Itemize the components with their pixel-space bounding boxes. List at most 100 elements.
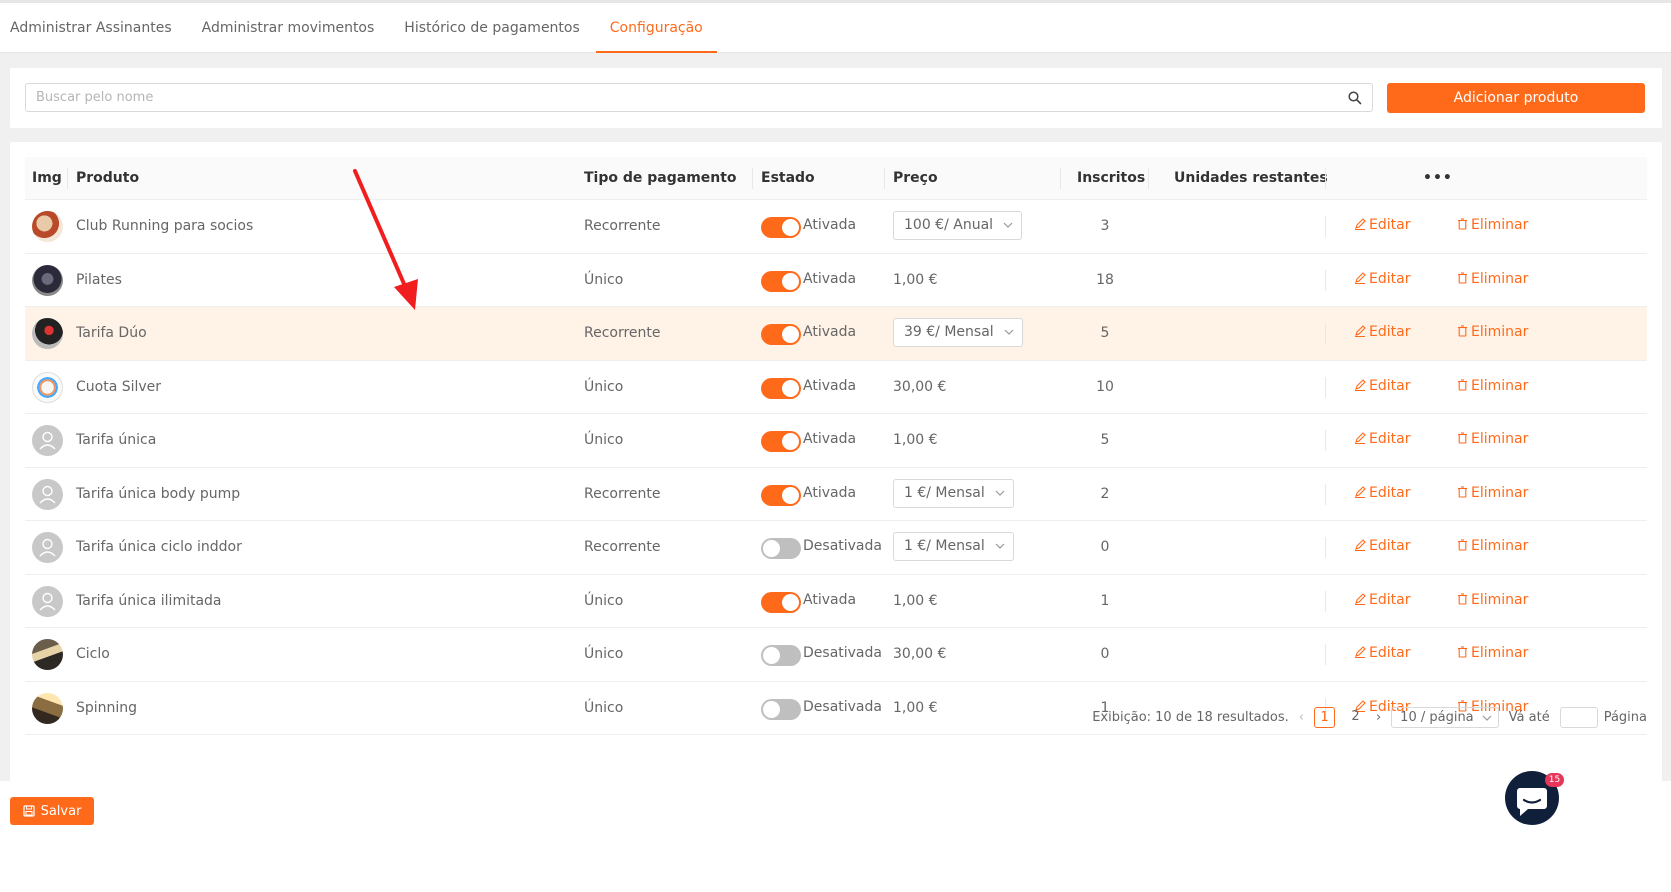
table-row: Cuota Silver Único Ativada 30,00 € 10 Editar E… <box>25 361 1647 414</box>
edit-button[interactable]: Editar <box>1354 414 1410 465</box>
product-image <box>32 371 63 403</box>
state-toggle[interactable] <box>761 538 801 559</box>
edit-button[interactable]: Editar <box>1354 521 1410 572</box>
edit-button[interactable]: Editar <box>1354 468 1410 519</box>
edit-button[interactable]: Editar <box>1354 307 1410 358</box>
edit-button[interactable]: Editar <box>1354 254 1410 305</box>
col-preco: Preço <box>893 170 938 186</box>
table-row: Tarifa única body pump Recorrente Ativada 1… <box>25 468 1647 521</box>
page-1-button[interactable]: 1 <box>1313 707 1335 728</box>
delete-button[interactable]: Eliminar <box>1457 521 1528 572</box>
trash-icon <box>1458 592 1467 605</box>
price-value: 39 €/ Mensal <box>904 324 994 340</box>
product-image <box>32 532 63 563</box>
price-plan-select[interactable]: 1 €/ Mensal <box>893 532 1014 561</box>
price-plan-select[interactable]: 1 €/ Mensal <box>893 478 1014 508</box>
state-toggle[interactable] <box>761 484 801 506</box>
delete-button[interactable]: Eliminar <box>1457 307 1528 358</box>
edit-icon <box>1355 485 1366 498</box>
state-toggle[interactable] <box>761 270 801 292</box>
delete-button[interactable]: Eliminar <box>1457 628 1528 679</box>
prev-page-icon[interactable]: ‹ <box>1299 710 1304 725</box>
state-cell: Ativada <box>761 414 881 467</box>
table-row: Tarifa única ilimitada Único Ativada 1,00 €… <box>25 575 1647 628</box>
product-name: Cuota Silver <box>76 378 162 395</box>
edit-button[interactable]: Editar <box>1354 200 1410 251</box>
state-label: Ativada <box>803 431 857 447</box>
price-cell: 1 €/ Mensal <box>893 521 1053 574</box>
col-img: Img <box>32 170 62 186</box>
edit-icon <box>1355 271 1366 284</box>
edit-icon <box>1355 325 1366 337</box>
delete-button[interactable]: Eliminar <box>1457 361 1528 412</box>
state-label: Desativada <box>803 698 882 715</box>
payment-type: Único <box>584 592 624 609</box>
col-tipo-pagamento: Tipo de pagamento <box>584 170 737 186</box>
price-cell: 1,00 € <box>893 575 1053 628</box>
product-name: Pilates <box>76 271 122 288</box>
col-separator <box>1325 269 1326 291</box>
table-row: Ciclo Único Desativada 30,00 € 0 Editar Elimin… <box>25 628 1647 682</box>
delete-button[interactable]: Eliminar <box>1457 468 1528 519</box>
page-2-button[interactable]: 2 <box>1345 707 1366 728</box>
edit-icon <box>1355 539 1366 551</box>
col-separator <box>1325 590 1326 612</box>
state-cell: Desativada <box>761 521 882 574</box>
goto-page-input[interactable] <box>1559 707 1598 728</box>
product-image <box>32 585 63 617</box>
add-product-button[interactable]: Adicionar produto <box>1387 83 1645 113</box>
col-separator <box>1325 376 1326 398</box>
delete-button[interactable]: Eliminar <box>1457 254 1528 305</box>
state-toggle[interactable] <box>761 377 801 399</box>
table-header: Img Produto Tipo de pagamento Estado Pre… <box>25 157 1647 200</box>
search-input[interactable] <box>26 84 1326 111</box>
subscribers-count: 0 <box>1100 539 1110 555</box>
tab-administrar-movimentos[interactable]: Administrar movimentos <box>202 3 391 53</box>
edit-button[interactable]: Editar <box>1354 628 1410 679</box>
edit-label: Editar <box>1369 377 1411 394</box>
col-separator <box>752 168 753 189</box>
state-toggle[interactable] <box>761 591 801 613</box>
price-value: 30,00 € <box>893 378 947 395</box>
product-name: Tarifa Dúo <box>76 325 147 341</box>
delete-button[interactable]: Eliminar <box>1457 575 1528 626</box>
payment-type: Único <box>584 378 624 395</box>
price-value: 1,00 € <box>893 699 938 716</box>
tab-administrar-assinantes[interactable]: Administrar Assinantes <box>10 3 188 53</box>
edit-icon <box>1355 432 1366 444</box>
col-inscritos: Inscritos <box>1077 170 1146 186</box>
trash-icon <box>1458 646 1467 658</box>
table-body: Club Running para socios Recorrente Ativad… <box>25 200 1647 735</box>
edit-label: Editar <box>1369 484 1411 501</box>
tab-historico-pagamentos[interactable]: Histórico de pagamentos <box>404 3 595 53</box>
state-toggle[interactable] <box>761 217 801 238</box>
next-page-icon[interactable]: › <box>1376 710 1381 725</box>
state-toggle[interactable] <box>761 431 801 452</box>
chevron-down-icon <box>1003 222 1013 228</box>
product-name: Club Running para socios <box>76 218 254 234</box>
delete-button[interactable]: Eliminar <box>1457 200 1528 251</box>
state-cell: Desativada <box>761 682 882 735</box>
product-name: Tarifa única ciclo inddor <box>76 539 242 555</box>
price-plan-select[interactable]: 100 €/ Anual <box>893 211 1023 240</box>
table-row: Club Running para socios Recorrente Ativad… <box>25 200 1647 254</box>
state-toggle[interactable] <box>761 324 801 345</box>
edit-button[interactable]: Editar <box>1354 361 1410 412</box>
state-toggle[interactable] <box>761 645 801 666</box>
state-toggle[interactable] <box>761 698 801 720</box>
product-name: Spinning <box>76 699 138 716</box>
tab-bar: Administrar Assinantes Administrar movim… <box>10 3 731 53</box>
save-button[interactable]: Salvar <box>10 797 94 825</box>
tab-configuracao[interactable]: Configuração <box>595 3 717 53</box>
delete-button[interactable]: Eliminar <box>1457 414 1528 465</box>
page-size-select[interactable]: 10 / página <box>1391 707 1499 728</box>
price-plan-select[interactable]: 39 €/ Mensal <box>893 318 1023 347</box>
table-row: Pilates Único Ativada 1,00 € 18 Editar Elimina… <box>25 254 1647 307</box>
toggle-knob <box>782 433 799 450</box>
edit-label: Editar <box>1369 431 1411 447</box>
more-options-icon[interactable]: ••• <box>1423 157 1453 200</box>
price-cell: 30,00 € <box>893 628 1053 681</box>
subscribers-count: 2 <box>1100 485 1110 502</box>
search-icon[interactable] <box>1347 90 1363 106</box>
edit-button[interactable]: Editar <box>1354 575 1410 626</box>
